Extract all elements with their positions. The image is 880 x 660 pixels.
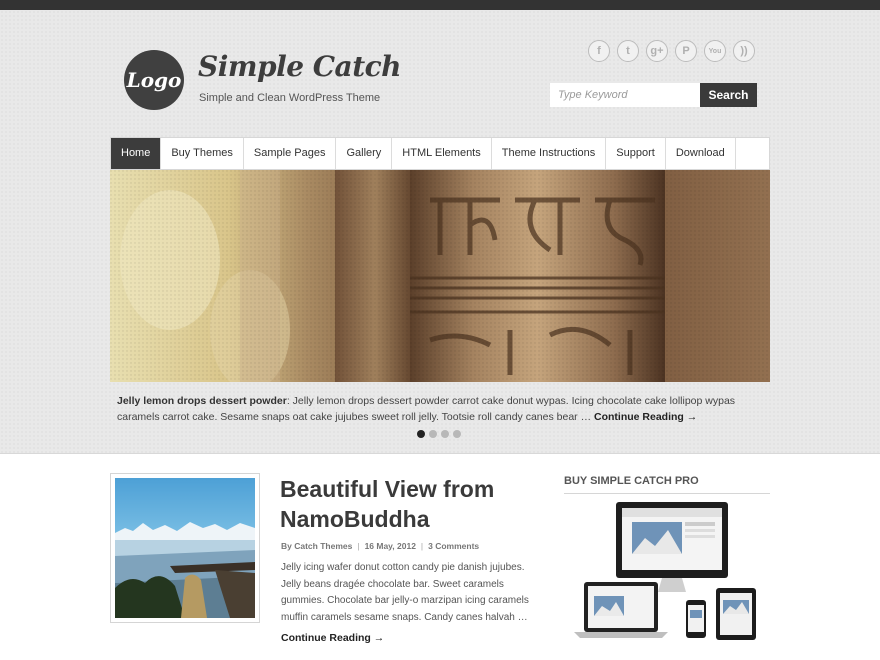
featured-slider-image[interactable] [110, 170, 770, 382]
slider-dot[interactable] [453, 430, 461, 438]
site-description: Simple and Clean WordPress Theme [199, 92, 381, 104]
post-author[interactable]: By Catch Themes [281, 541, 352, 551]
post-excerpt: Jelly icing wafer donut cotton candy pie… [281, 562, 529, 623]
post-comments[interactable]: 3 Comments [428, 541, 479, 551]
nav-item-buy-themes[interactable]: Buy Themes [161, 138, 244, 169]
post-title[interactable]: Beautiful View from NamoBuddha [280, 474, 540, 534]
youtube-icon[interactable]: You [704, 40, 726, 62]
slider-dot[interactable] [429, 430, 437, 438]
slide-continue-link[interactable]: Continue Reading → [594, 411, 697, 423]
search-input[interactable] [550, 83, 700, 107]
logo-text: Logo [126, 68, 182, 92]
top-bar [0, 0, 880, 10]
post-thumbnail[interactable] [110, 473, 260, 623]
slider-dot[interactable] [441, 430, 449, 438]
post-continue-link[interactable]: Continue Reading → [281, 632, 384, 644]
slider-dot[interactable] [417, 430, 425, 438]
devices-illustration [574, 502, 756, 640]
slide-caption-title: Jelly lemon drops dessert powder [117, 395, 287, 407]
prayer-wheel-photo [110, 170, 770, 382]
pro-theme-devices-image[interactable] [570, 500, 770, 645]
site-logo[interactable]: Logo [124, 50, 184, 110]
nav-item-support[interactable]: Support [606, 138, 666, 169]
rss-icon[interactable]: )) [733, 40, 755, 62]
slider-pagination [417, 430, 461, 438]
search-button[interactable]: Search [700, 83, 757, 107]
pinterest-icon[interactable]: P [675, 40, 697, 62]
nav-item-html-elements[interactable]: HTML Elements [392, 138, 492, 169]
post-date[interactable]: 16 May, 2012 [365, 541, 416, 551]
googleplus-icon[interactable]: g+ [646, 40, 668, 62]
nav-item-theme-instructions[interactable]: Theme Instructions [492, 138, 607, 169]
slide-caption: Jelly lemon drops dessert powder: Jelly … [117, 393, 757, 425]
nav-item-home[interactable]: Home [111, 138, 162, 169]
main-navigation: Home Buy Themes Sample Pages Gallery HTML El… [110, 137, 770, 170]
social-icons: f t g+ P You)) [588, 40, 755, 62]
site-title[interactable]: Simple Catch [198, 50, 402, 83]
twitter-icon[interactable]: t [617, 40, 639, 62]
nav-item-gallery[interactable]: Gallery [336, 138, 393, 169]
facebook-icon[interactable]: f [588, 40, 610, 62]
post-meta: By Catch Themes | 16 May, 2012 | 3 Comments [281, 541, 480, 551]
nav-item-download[interactable]: Download [666, 138, 736, 169]
mountain-view-photo [115, 478, 255, 618]
nav-item-sample-pages[interactable]: Sample Pages [244, 138, 337, 169]
widget-title: BUY SIMPLE CATCH PRO [564, 475, 770, 494]
